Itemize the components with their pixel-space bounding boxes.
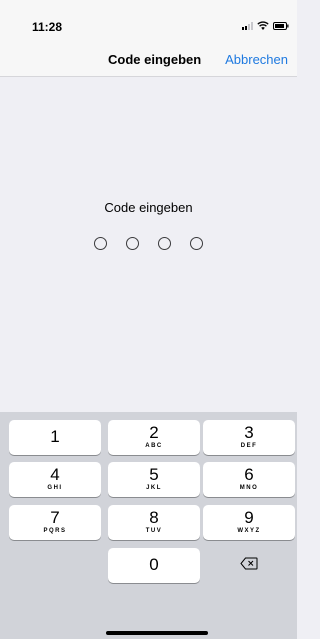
key-digit: 5 — [149, 465, 159, 484]
key-8[interactable]: 8 TUV — [108, 505, 200, 540]
key-digit: 0 — [149, 555, 159, 574]
key-digit: 7 — [50, 508, 60, 527]
status-icons — [242, 21, 289, 30]
key-1[interactable]: 1 — [9, 420, 101, 455]
passcode-dot — [190, 237, 203, 250]
key-digit: 2 — [149, 423, 159, 442]
nav-title: Code eingeben — [108, 52, 202, 67]
key-letters: ABC — [145, 443, 163, 449]
cellular-signal-icon — [242, 21, 253, 30]
delete-button[interactable] — [203, 548, 295, 583]
key-letters: JKL — [146, 485, 162, 491]
wifi-icon — [257, 21, 269, 30]
passcode-dot — [158, 237, 171, 250]
delete-backspace-icon — [240, 557, 258, 575]
key-9[interactable]: 9 WXYZ — [203, 505, 295, 540]
key-digit: 6 — [244, 465, 254, 484]
key-letters: DEF — [240, 443, 258, 449]
key-letters: TUV — [145, 528, 163, 534]
key-0[interactable]: 0 — [108, 548, 200, 583]
key-digit: 9 — [244, 508, 254, 527]
key-letters: WXYZ — [237, 528, 261, 534]
key-digit: 3 — [244, 423, 254, 442]
key-letters: MNO — [239, 485, 259, 491]
cancel-button[interactable]: Abbrechen — [225, 52, 288, 67]
passcode-dot — [94, 237, 107, 250]
key-3[interactable]: 3 DEF — [203, 420, 295, 455]
key-letters: GHI — [47, 485, 63, 491]
key-digit: 1 — [50, 427, 60, 446]
home-indicator[interactable] — [106, 631, 208, 635]
battery-icon — [273, 21, 289, 30]
navigation-bar: Code eingeben Abbrechen — [0, 44, 297, 77]
key-digit: 4 — [50, 465, 60, 484]
numeric-keypad: 1 2 ABC 3 DEF 4 GHI 5 JKL 6 MNO 7 PQRS 8… — [0, 412, 297, 639]
status-time: 11:28 — [32, 20, 63, 34]
passcode-dot — [126, 237, 139, 250]
status-bar: 11:28 — [0, 0, 297, 44]
passcode-dots — [0, 237, 297, 250]
key-letters: PQRS — [43, 528, 67, 534]
key-6[interactable]: 6 MNO — [203, 462, 295, 497]
key-digit: 8 — [149, 508, 159, 527]
key-2[interactable]: 2 ABC — [108, 420, 200, 455]
code-prompt: Code eingeben — [104, 200, 193, 215]
key-5[interactable]: 5 JKL — [108, 462, 200, 497]
key-4[interactable]: 4 GHI — [9, 462, 101, 497]
key-7[interactable]: 7 PQRS — [9, 505, 101, 540]
